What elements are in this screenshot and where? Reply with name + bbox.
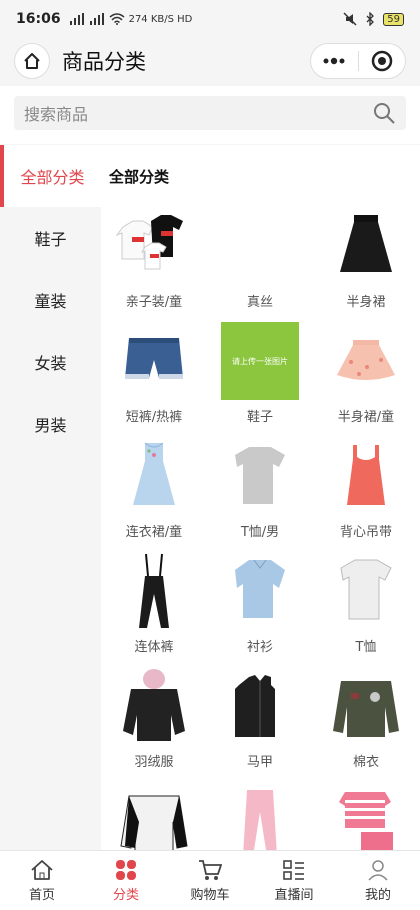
tab-category[interactable]: 分类 xyxy=(84,851,168,910)
category-item[interactable]: 棉衣 xyxy=(313,667,419,782)
user-icon xyxy=(368,859,388,881)
more-icon xyxy=(323,57,345,65)
category-label: 棉衣 xyxy=(352,755,379,770)
sidebar-item-men[interactable]: 男装 xyxy=(0,393,101,455)
category-item[interactable]: T恤/男 xyxy=(207,437,313,552)
status-bar: 16:06 274 KB/S HD 59 xyxy=(0,0,420,38)
category-content: 全部分类 亲子装/童 真丝 半身裙 短裤/热裤 请上传一张图片 鞋子 半身裙/童… xyxy=(101,145,420,851)
status-time: 16:06 xyxy=(16,11,61,27)
striped-set-image xyxy=(327,782,405,851)
category-label: 亲子装/童 xyxy=(125,295,183,310)
category-label: 背心吊带 xyxy=(339,525,392,540)
tab-label: 购物车 xyxy=(190,887,230,903)
denim-shorts-image xyxy=(115,322,193,400)
tulle-skirt-image xyxy=(327,322,405,400)
tab-label: 分类 xyxy=(112,887,139,903)
category-label: 衬衫 xyxy=(246,640,273,655)
home-icon xyxy=(31,859,53,880)
category-item[interactable]: 半身裙/童 xyxy=(313,322,419,437)
sidebar-item-shoes[interactable]: 鞋子 xyxy=(0,207,101,269)
navigation-bar: 商品分类 xyxy=(0,38,420,84)
category-item[interactable] xyxy=(313,782,419,851)
category-label: 连体裤 xyxy=(134,640,174,655)
tab-label: 直播间 xyxy=(274,887,314,903)
cart-icon xyxy=(199,859,222,880)
mini-program-capsule xyxy=(310,43,406,79)
pink-pants-image xyxy=(221,782,299,851)
child-dress-image xyxy=(115,437,193,515)
category-icon xyxy=(116,859,136,880)
tab-label: 我的 xyxy=(364,887,391,903)
home-button[interactable] xyxy=(14,43,50,79)
category-item[interactable]: T恤 xyxy=(313,552,419,667)
tank-top-image xyxy=(327,437,405,515)
white-tshirt-image xyxy=(327,552,405,630)
signal-icon-2 xyxy=(89,13,104,25)
down-jacket-image xyxy=(115,667,193,745)
network-speed: 274 KB/S HD xyxy=(128,13,193,25)
category-grid: 亲子装/童 真丝 半身裙 短裤/热裤 请上传一张图片 鞋子 半身裙/童 连衣裙/… xyxy=(101,207,420,851)
search-placeholder: 搜索商品 xyxy=(24,105,89,124)
category-label: T恤 xyxy=(355,640,377,655)
grey-tshirt-image xyxy=(221,437,299,515)
shirt-image xyxy=(221,552,299,630)
category-label: 真丝 xyxy=(246,295,273,310)
search-area: 搜索商品 xyxy=(0,86,420,144)
category-item[interactable]: 羽绒服 xyxy=(101,667,207,782)
vest-image xyxy=(221,667,299,745)
category-item[interactable]: 连体裤 xyxy=(101,552,207,667)
jumpsuit-image xyxy=(115,552,193,630)
home-icon xyxy=(24,53,40,69)
wifi-icon xyxy=(109,13,125,25)
category-label: 半身裙/童 xyxy=(337,410,395,425)
signal-icon xyxy=(69,13,84,25)
category-item[interactable]: 背心吊带 xyxy=(313,437,419,552)
tab-cart[interactable]: 购物车 xyxy=(168,851,252,910)
category-item[interactable]: 连衣裙/童 xyxy=(101,437,207,552)
category-item[interactable]: 真丝 xyxy=(207,207,313,322)
bottom-tab-bar: 首页 分类 购物车 直播间 我的 xyxy=(0,850,420,910)
tab-profile[interactable]: 我的 xyxy=(336,851,420,910)
tab-home[interactable]: 首页 xyxy=(0,851,84,910)
black-skirt-image xyxy=(327,207,405,285)
category-item[interactable]: 请上传一张图片 鞋子 xyxy=(207,322,313,437)
category-label: 短裤/热裤 xyxy=(125,410,183,425)
family-tshirts-image xyxy=(115,207,193,285)
battery-indicator: 59 xyxy=(383,12,404,26)
target-icon xyxy=(371,50,392,72)
category-item[interactable] xyxy=(101,782,207,851)
bluetooth-icon xyxy=(366,12,375,26)
more-button[interactable] xyxy=(311,57,358,65)
category-item[interactable]: 马甲 xyxy=(207,667,313,782)
category-item[interactable] xyxy=(207,782,313,851)
category-label: 鞋子 xyxy=(246,410,273,425)
live-icon xyxy=(283,859,304,880)
signal-icons: 274 KB/S HD xyxy=(69,13,193,25)
category-label: 连衣裙/童 xyxy=(125,525,183,540)
blank-image xyxy=(221,207,299,285)
varsity-jacket-image xyxy=(115,782,193,851)
search-icon[interactable] xyxy=(372,101,396,125)
sidebar-item-all[interactable]: 全部分类 xyxy=(0,145,101,207)
category-label: 马甲 xyxy=(246,755,273,770)
upload-placeholder-image: 请上传一张图片 xyxy=(221,322,299,400)
section-title: 全部分类 xyxy=(109,167,170,186)
category-item[interactable]: 短裤/热裤 xyxy=(101,322,207,437)
category-item[interactable]: 亲子装/童 xyxy=(101,207,207,322)
category-label: 半身裙 xyxy=(346,295,386,310)
sidebar-item-kids[interactable]: 童装 xyxy=(0,269,101,331)
sidebar-item-women[interactable]: 女装 xyxy=(0,331,101,393)
mute-icon xyxy=(343,12,357,26)
tab-label: 首页 xyxy=(28,887,55,903)
category-item[interactable]: 半身裙 xyxy=(313,207,419,322)
category-label: T恤/男 xyxy=(240,525,280,540)
category-sidebar: 全部分类 鞋子 童装 女装 男装 xyxy=(0,145,101,851)
category-item[interactable]: 衬衫 xyxy=(207,552,313,667)
bomber-jacket-image xyxy=(327,667,405,745)
tab-live[interactable]: 直播间 xyxy=(252,851,336,910)
close-mini-program-button[interactable] xyxy=(359,50,406,72)
search-input[interactable]: 搜索商品 xyxy=(14,96,406,130)
page-title: 商品分类 xyxy=(62,50,146,74)
category-label: 羽绒服 xyxy=(134,755,174,770)
